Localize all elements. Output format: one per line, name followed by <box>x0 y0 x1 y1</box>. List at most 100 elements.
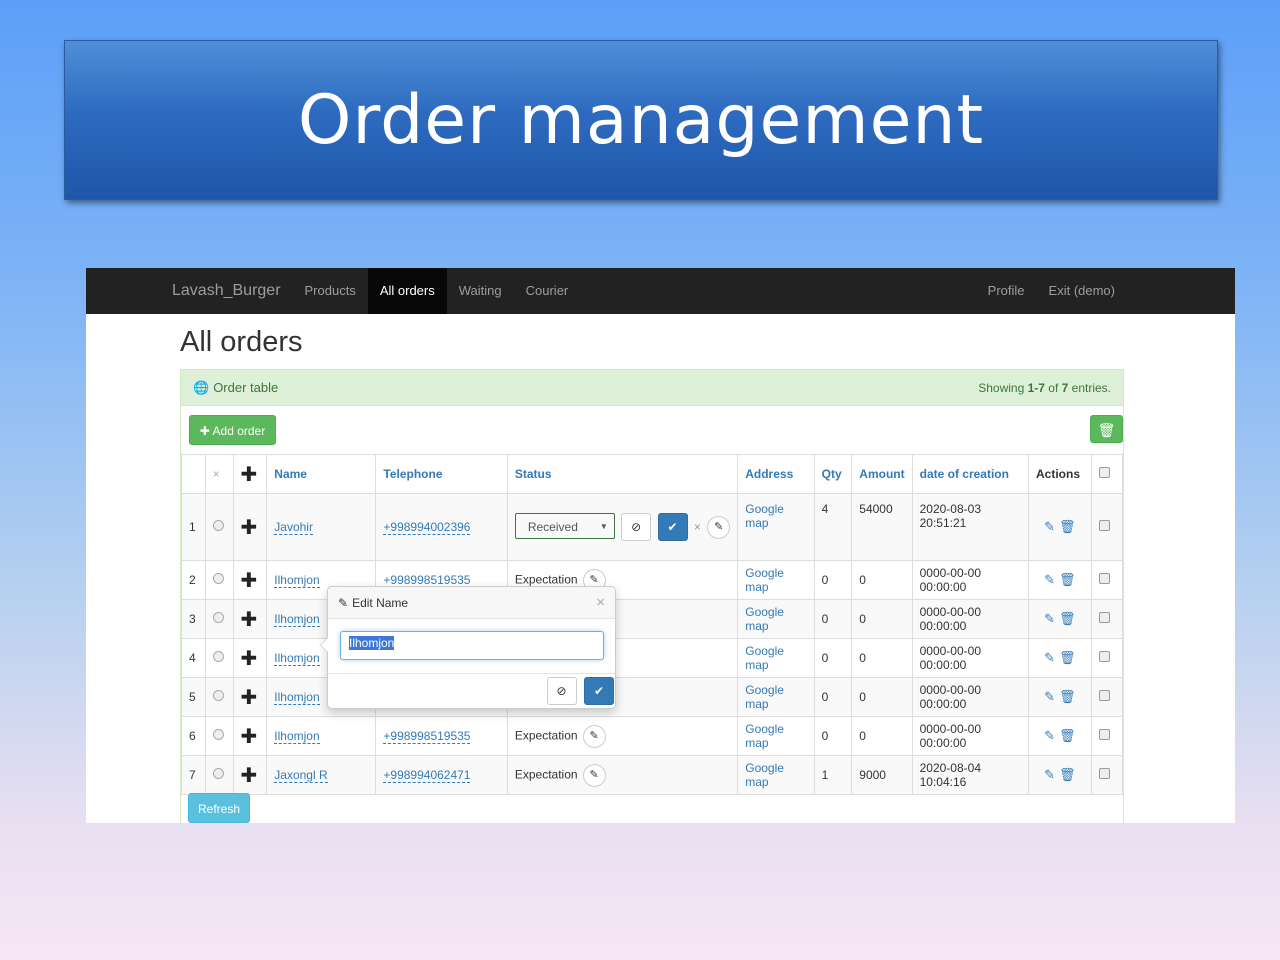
nav-all-orders[interactable]: All orders <box>367 268 447 314</box>
col-x: × <box>204 454 234 494</box>
row-select-cell <box>1090 638 1124 678</box>
name-link[interactable]: Ilhomjon <box>274 690 320 705</box>
refresh-button[interactable]: Refresh <box>188 793 250 823</box>
row-radio[interactable] <box>212 690 224 701</box>
add-order-button[interactable]: ✚ Add order <box>189 415 276 445</box>
google-map-link[interactable]: Google map <box>745 722 784 750</box>
address-cell: Google map <box>737 755 815 795</box>
name-link[interactable]: Ilhomjon <box>274 573 320 588</box>
row-checkbox[interactable] <box>1098 520 1110 531</box>
google-map-link[interactable]: Google map <box>745 761 784 789</box>
name-input[interactable]: Ilhomjon <box>340 631 604 660</box>
delete-icon[interactable]: 🗑 <box>1059 572 1076 587</box>
status-cell: Received ▼ ⊘ ✔ × ✎ <box>506 493 739 561</box>
row-radio[interactable] <box>212 612 224 623</box>
col-number <box>181 454 206 494</box>
expand-plus-icon[interactable]: ✚ <box>241 687 258 709</box>
row-expand-cell: ✚ <box>232 493 268 561</box>
telephone-link[interactable]: +998998519535 <box>383 729 471 744</box>
edit-icon[interactable]: ✎ <box>1044 519 1055 534</box>
date-cell: 0000-00-00 00:00:00 <box>911 599 1030 639</box>
row-radio[interactable] <box>212 729 224 740</box>
row-radio[interactable] <box>212 520 224 531</box>
pencil-icon: ✎ <box>589 573 599 586</box>
col-date[interactable]: date of creation <box>911 454 1030 494</box>
status-text[interactable]: Expectation <box>515 767 578 781</box>
row-radio[interactable] <box>212 651 224 662</box>
expand-plus-icon[interactable]: ✚ <box>241 648 258 670</box>
row-number: 1 <box>181 493 206 561</box>
name-input-value: Ilhomjon <box>349 636 395 650</box>
name-link[interactable]: Ilhomjon <box>274 651 320 666</box>
telephone-link[interactable]: +998994002396 <box>383 520 471 535</box>
navbar-brand[interactable]: Lavash_Burger <box>172 282 281 300</box>
edit-icon[interactable]: ✎ <box>1044 767 1055 782</box>
col-address[interactable]: Address <box>737 454 815 494</box>
expand-plus-icon[interactable]: ✚ <box>241 570 258 592</box>
google-map-link[interactable]: Google map <box>745 566 784 594</box>
edit-icon[interactable]: ✎ <box>1044 572 1055 587</box>
col-status[interactable]: Status <box>506 454 739 494</box>
close-icon[interactable]: × <box>596 594 605 611</box>
col-qty[interactable]: Qty <box>813 454 853 494</box>
actions-cell: ✎ 🗑 <box>1028 638 1092 678</box>
edit-icon[interactable]: ✎ <box>1044 728 1055 743</box>
row-radio[interactable] <box>212 573 224 584</box>
col-amount[interactable]: Amount <box>851 454 913 494</box>
delete-icon[interactable]: 🗑 <box>1059 689 1076 704</box>
status-text[interactable]: Expectation <box>515 728 578 742</box>
name-link[interactable]: Jaxongl R <box>274 768 328 783</box>
status-confirm-button[interactable]: ✔ <box>657 513 688 542</box>
row-checkbox[interactable] <box>1098 573 1110 584</box>
col-name[interactable]: Name <box>266 454 377 494</box>
row-checkbox[interactable] <box>1098 729 1110 740</box>
col-telephone[interactable]: Telephone <box>375 454 508 494</box>
row-checkbox[interactable] <box>1098 651 1110 662</box>
actions-cell: ✎ 🗑 <box>1028 677 1092 717</box>
status-edit-button[interactable]: ✎ <box>582 724 606 748</box>
bulk-delete-button[interactable]: 🗑 <box>1090 415 1123 443</box>
nav-waiting[interactable]: Waiting <box>447 268 514 314</box>
status-text[interactable]: Expectation <box>515 572 578 586</box>
edit-icon[interactable]: ✎ <box>1044 611 1055 626</box>
date-cell: 0000-00-00 00:00:00 <box>911 560 1030 600</box>
expand-plus-icon[interactable]: ✚ <box>241 726 258 748</box>
telephone-link[interactable]: +998994062471 <box>383 768 471 783</box>
popover-footer: ⊘ ✔ <box>328 673 615 709</box>
delete-icon[interactable]: 🗑 <box>1059 650 1076 665</box>
name-link[interactable]: Ilhomjon <box>274 729 320 744</box>
popover-cancel-button[interactable]: ⊘ <box>546 677 577 705</box>
status-select[interactable]: Received ▼ <box>514 512 615 539</box>
delete-icon[interactable]: 🗑 <box>1059 519 1076 534</box>
clear-icon[interactable]: × <box>694 520 701 534</box>
edit-icon[interactable]: ✎ <box>1044 650 1055 665</box>
col-actions: Actions <box>1028 454 1092 494</box>
actions-cell: ✎ 🗑 <box>1028 493 1092 561</box>
google-map-link[interactable]: Google map <box>745 644 784 672</box>
expand-plus-icon[interactable]: ✚ <box>241 609 258 631</box>
nav-courier[interactable]: Courier <box>514 268 581 314</box>
expand-plus-icon[interactable]: ✚ <box>241 765 258 787</box>
expand-plus-icon[interactable]: ✚ <box>241 517 258 539</box>
nav-products[interactable]: Products <box>293 268 368 314</box>
nav-exit[interactable]: Exit (demo) <box>1037 268 1127 314</box>
delete-icon[interactable]: 🗑 <box>1059 767 1076 782</box>
row-checkbox[interactable] <box>1098 612 1110 623</box>
name-link[interactable]: Ilhomjon <box>274 612 320 627</box>
row-checkbox[interactable] <box>1098 768 1110 779</box>
row-radio[interactable] <box>212 768 224 779</box>
google-map-link[interactable]: Google map <box>745 502 784 530</box>
google-map-link[interactable]: Google map <box>745 683 784 711</box>
edit-icon[interactable]: ✎ <box>1044 689 1055 704</box>
row-checkbox[interactable] <box>1098 690 1110 701</box>
delete-icon[interactable]: 🗑 <box>1059 611 1076 626</box>
status-cancel-button[interactable]: ⊘ <box>621 513 652 542</box>
popover-confirm-button[interactable]: ✔ <box>584 677 614 705</box>
select-all-checkbox[interactable] <box>1098 467 1110 478</box>
delete-icon[interactable]: 🗑 <box>1059 728 1076 743</box>
nav-profile[interactable]: Profile <box>976 268 1037 314</box>
status-edit-button[interactable]: ✎ <box>707 515 731 539</box>
name-link[interactable]: Javohir <box>274 520 313 535</box>
status-edit-button[interactable]: ✎ <box>582 763 606 787</box>
google-map-link[interactable]: Google map <box>745 605 784 633</box>
